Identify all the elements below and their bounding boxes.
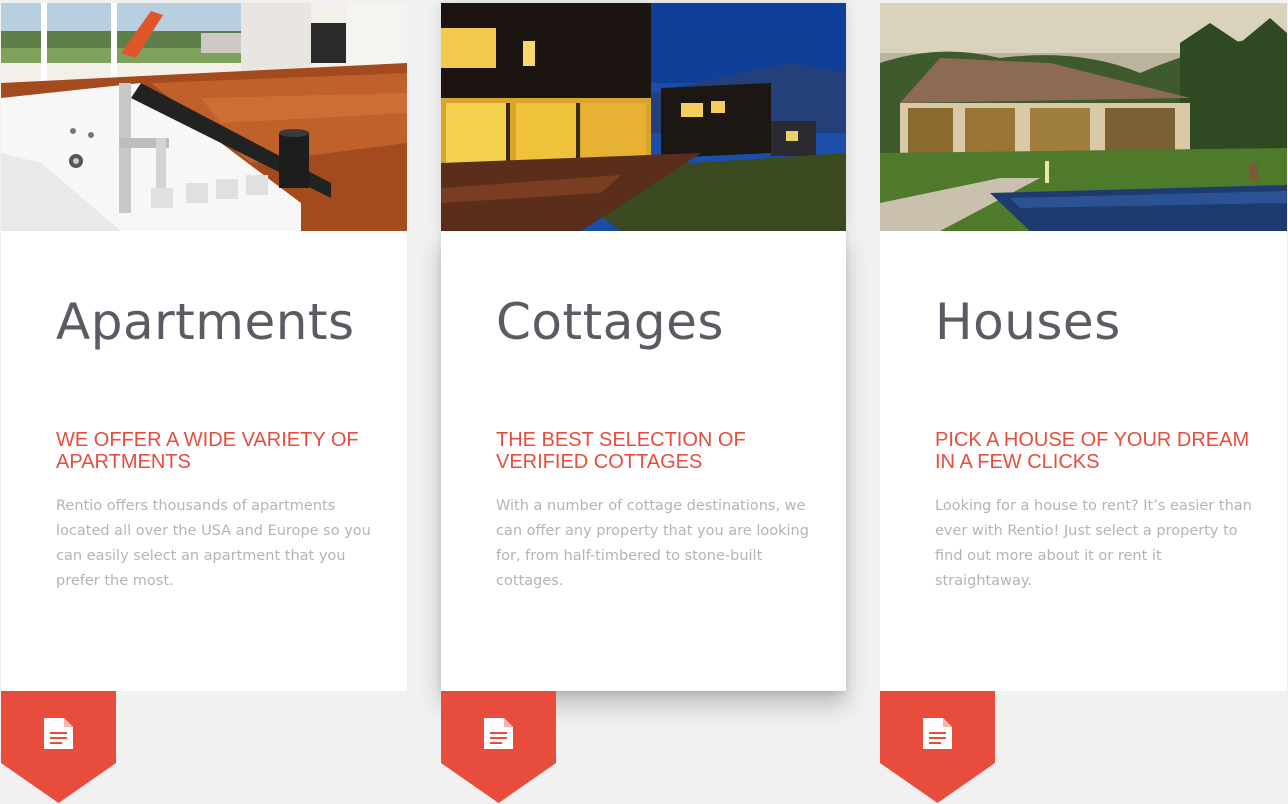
card-subtitle: PICK A HOUSE OF YOUR DREAM IN A FEW CLIC… [935, 429, 1250, 473]
apartments-details-button[interactable] [1, 691, 116, 803]
cottage-at-night-photo [441, 3, 846, 231]
cottages-details-button[interactable] [441, 691, 556, 803]
card-description: Rentio offers thousands of apartments lo… [56, 498, 371, 589]
card-description: With a number of cottage destinations, w… [496, 498, 809, 589]
cottages-card-body: Cottages THE BEST SELECTION OF VERIFIED … [441, 231, 846, 691]
property-type-cards: Apartments WE OFFER A WIDE VARIETY OF AP… [0, 0, 1288, 804]
document-icon [484, 718, 513, 749]
document-icon [923, 718, 952, 749]
document-icon [44, 718, 73, 749]
houses-card: Houses PICK A HOUSE OF YOUR DREAM IN A F… [880, 3, 1287, 803]
house-with-pool-photo [880, 3, 1287, 231]
apartments-card: Apartments WE OFFER A WIDE VARIETY OF AP… [1, 3, 407, 803]
apartments-card-body: Apartments WE OFFER A WIDE VARIETY OF AP… [1, 231, 407, 691]
card-title: Apartments [56, 293, 355, 351]
cottages-card: Cottages THE BEST SELECTION OF VERIFIED … [441, 3, 846, 803]
apartment-interior-photo [1, 3, 407, 231]
card-title: Cottages [496, 293, 724, 351]
card-description: Looking for a house to rent? It’s easier… [935, 498, 1252, 589]
card-subtitle: THE BEST SELECTION OF VERIFIED COTTAGES [496, 429, 746, 473]
houses-card-body: Houses PICK A HOUSE OF YOUR DREAM IN A F… [880, 231, 1287, 691]
houses-details-button[interactable] [880, 691, 995, 803]
card-subtitle: WE OFFER A WIDE VARIETY OF APARTMENTS [56, 429, 359, 473]
card-title: Houses [935, 293, 1121, 351]
